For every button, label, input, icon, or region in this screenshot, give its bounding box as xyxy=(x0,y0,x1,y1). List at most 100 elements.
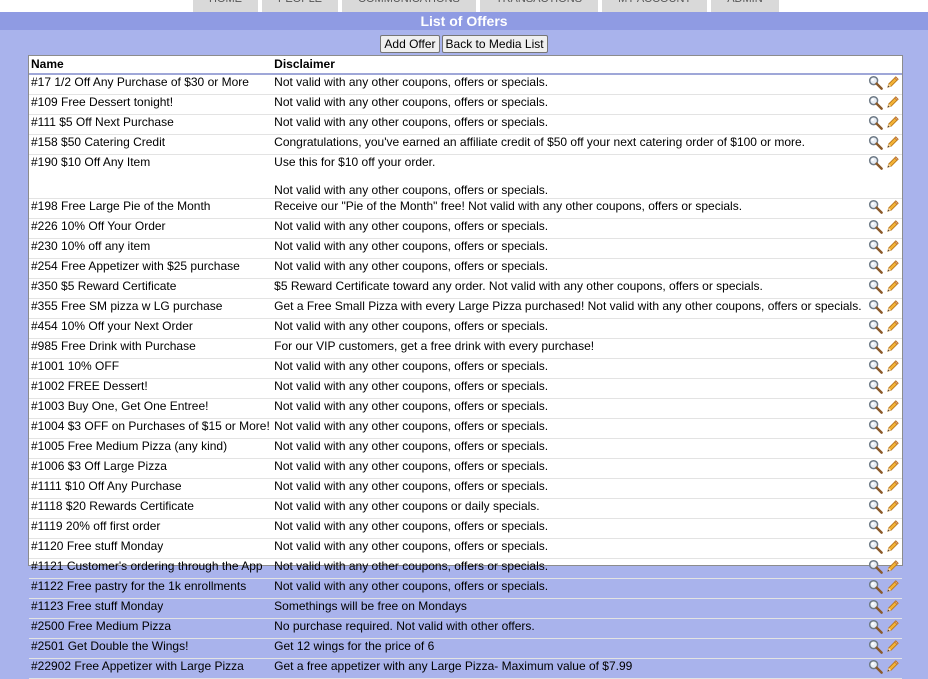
row-action-icons xyxy=(868,379,900,394)
pencil-icon[interactable] xyxy=(885,75,900,90)
magnifier-icon[interactable] xyxy=(868,359,883,374)
table-row: #985 Free Drink with Purchase For our VIP… xyxy=(29,338,902,359)
pencil-icon[interactable] xyxy=(885,359,900,374)
magnifier-icon[interactable] xyxy=(868,399,883,414)
row-action-icons xyxy=(868,219,900,234)
offer-name: #190 $10 Off Any Item xyxy=(29,154,273,199)
magnifier-icon[interactable] xyxy=(868,579,883,594)
magnifier-icon[interactable] xyxy=(868,619,883,634)
magnifier-icon[interactable] xyxy=(868,519,883,534)
magnifier-icon[interactable] xyxy=(868,479,883,494)
magnifier-icon[interactable] xyxy=(868,319,883,334)
magnifier-icon[interactable] xyxy=(868,219,883,234)
pencil-icon[interactable] xyxy=(885,399,900,414)
magnifier-icon[interactable] xyxy=(868,199,883,214)
pencil-icon[interactable] xyxy=(885,155,900,170)
row-actions xyxy=(861,438,902,459)
pencil-icon[interactable] xyxy=(885,135,900,150)
magnifier-icon[interactable] xyxy=(868,559,883,574)
magnifier-icon[interactable] xyxy=(868,499,883,514)
offer-disclaimer-note: Not valid with any other coupons, offers… xyxy=(274,183,549,197)
pencil-icon[interactable] xyxy=(885,419,900,434)
magnifier-icon[interactable] xyxy=(868,639,883,654)
magnifier-icon[interactable] xyxy=(868,539,883,554)
offer-disclaimer-text: Congratulations, you've earned an affili… xyxy=(274,135,805,149)
pencil-icon[interactable] xyxy=(885,339,900,354)
magnifier-icon[interactable] xyxy=(868,339,883,354)
offer-disclaimer: Somethings will be free on Mondays xyxy=(272,598,862,619)
nav-tab-admin[interactable]: ADMIN xyxy=(711,0,779,12)
pencil-icon[interactable] xyxy=(885,499,900,514)
toolbar: Add Offer Back to Media List xyxy=(0,35,928,53)
nav-tab-home[interactable]: HOME xyxy=(193,0,258,12)
pencil-icon[interactable] xyxy=(885,439,900,454)
magnifier-icon[interactable] xyxy=(868,135,883,150)
pencil-icon[interactable] xyxy=(885,639,900,654)
offer-disclaimer: No purchase required. Not valid with oth… xyxy=(272,618,862,639)
pencil-icon[interactable] xyxy=(885,95,900,110)
nav-tab-label: MY ACCOUNT xyxy=(618,0,691,5)
row-action-icons xyxy=(868,115,900,130)
pencil-icon[interactable] xyxy=(885,259,900,274)
pencil-icon[interactable] xyxy=(885,299,900,314)
offer-disclaimer-text: Not valid with any other coupons, offers… xyxy=(274,559,549,573)
pencil-icon[interactable] xyxy=(885,479,900,494)
magnifier-icon[interactable] xyxy=(868,659,883,674)
table-row: #254 Free Appetizer with $25 purchase Not… xyxy=(29,258,902,279)
offer-disclaimer: For our VIP customers, get a free drink … xyxy=(272,338,862,359)
offer-name: #230 10% off any item xyxy=(29,238,273,259)
column-header-name: Name xyxy=(29,56,273,75)
pencil-icon[interactable] xyxy=(885,599,900,614)
magnifier-icon[interactable] xyxy=(868,419,883,434)
row-actions xyxy=(861,94,902,115)
pencil-icon[interactable] xyxy=(885,115,900,130)
magnifier-icon[interactable] xyxy=(868,115,883,130)
offer-disclaimer: Not valid with any other coupons, offers… xyxy=(272,558,862,579)
offer-name: #1004 $3 OFF on Purchases of $15 or More… xyxy=(29,418,273,439)
magnifier-icon[interactable] xyxy=(868,155,883,170)
nav-tab-transactions[interactable]: TRANSACTIONS xyxy=(479,0,599,12)
add-offer-button[interactable]: Add Offer xyxy=(380,35,440,53)
pencil-icon[interactable] xyxy=(885,579,900,594)
pencil-icon[interactable] xyxy=(885,459,900,474)
row-actions xyxy=(861,298,902,319)
offer-name: #1119 20% off first order xyxy=(29,518,273,539)
table-row: #1111 $10 Off Any Purchase Not valid with… xyxy=(29,478,902,499)
pencil-icon[interactable] xyxy=(885,539,900,554)
offer-disclaimer-text: Not valid with any other coupons, offers… xyxy=(274,75,549,89)
magnifier-icon[interactable] xyxy=(868,279,883,294)
row-actions xyxy=(861,618,902,639)
magnifier-icon[interactable] xyxy=(868,379,883,394)
pencil-icon[interactable] xyxy=(885,559,900,574)
magnifier-icon[interactable] xyxy=(868,259,883,274)
pencil-icon[interactable] xyxy=(885,519,900,534)
pencil-icon[interactable] xyxy=(885,379,900,394)
pencil-icon[interactable] xyxy=(885,619,900,634)
pencil-icon[interactable] xyxy=(885,279,900,294)
magnifier-icon[interactable] xyxy=(868,599,883,614)
pencil-icon[interactable] xyxy=(885,219,900,234)
magnifier-icon[interactable] xyxy=(868,459,883,474)
row-actions xyxy=(861,258,902,279)
magnifier-icon[interactable] xyxy=(868,299,883,314)
nav-tab-my-account[interactable]: MY ACCOUNT xyxy=(602,0,708,12)
table-row: #226 10% Off Your Order Not valid with an… xyxy=(29,218,902,239)
pencil-icon[interactable] xyxy=(885,659,900,674)
magnifier-icon[interactable] xyxy=(868,95,883,110)
offer-disclaimer: Get 12 wings for the price of 6 xyxy=(272,638,862,659)
magnifier-icon[interactable] xyxy=(868,439,883,454)
offer-disclaimer-text: Not valid with any other coupons, offers… xyxy=(274,419,549,433)
nav-tab-communications[interactable]: COMMUNICATIONS xyxy=(342,0,476,12)
pencil-icon[interactable] xyxy=(885,199,900,214)
magnifier-icon[interactable] xyxy=(868,239,883,254)
magnifier-icon[interactable] xyxy=(868,75,883,90)
pencil-icon[interactable] xyxy=(885,239,900,254)
pencil-icon[interactable] xyxy=(885,319,900,334)
nav-tab-people[interactable]: PEOPLE xyxy=(262,0,339,12)
offer-disclaimer: Not valid with any other coupons, offers… xyxy=(272,518,862,539)
table-row: #1122 Free pastry for the 1k enrollments… xyxy=(29,578,902,599)
offer-disclaimer: Not valid with any other coupons, offers… xyxy=(272,378,862,399)
back-to-media-list-button[interactable]: Back to Media List xyxy=(441,35,548,53)
offer-disclaimer-text: Not valid with any other coupons, offers… xyxy=(274,319,549,333)
row-action-icons xyxy=(868,279,900,294)
